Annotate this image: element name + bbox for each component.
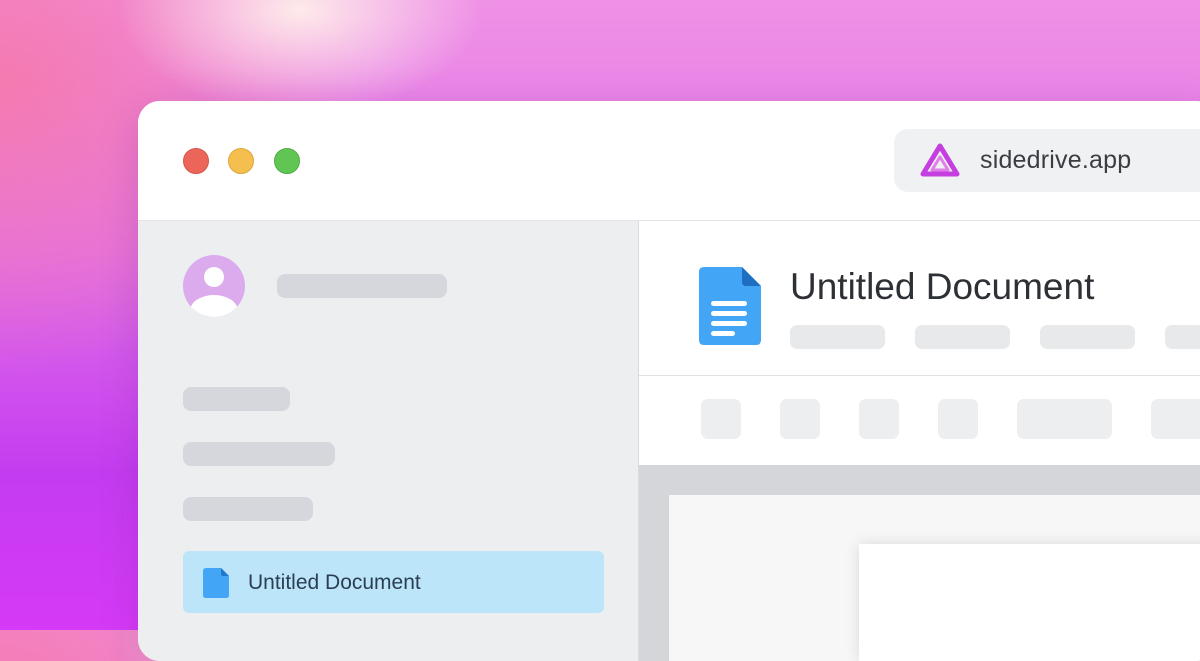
title-bar: sidedrive.app — [138, 101, 1200, 221]
sidebar-item-untitled-document[interactable]: Untitled Document — [183, 551, 604, 613]
menu-item-placeholder[interactable] — [1040, 325, 1135, 349]
sidebar-item-placeholder[interactable] — [183, 442, 335, 466]
google-docs-icon — [699, 267, 761, 345]
sidebar-item-placeholder[interactable] — [183, 497, 313, 521]
toolbar-button-placeholder[interactable] — [859, 399, 899, 439]
toolbar-button-placeholder[interactable] — [701, 399, 741, 439]
document-page-sheet[interactable] — [859, 544, 1200, 661]
address-bar[interactable]: sidedrive.app — [894, 129, 1200, 192]
document-icon — [203, 568, 229, 598]
browser-window: sidedrive.app Untitled Document Untitled… — [138, 101, 1200, 661]
menu-item-placeholder[interactable] — [1165, 325, 1200, 349]
toolbar-button-placeholder[interactable] — [780, 399, 820, 439]
toolbar-button-placeholder[interactable] — [1017, 399, 1112, 439]
document-canvas — [639, 465, 1200, 661]
maximize-window-button[interactable] — [274, 148, 300, 174]
user-avatar-icon[interactable] — [183, 255, 245, 317]
sidebar-item-label: Untitled Document — [248, 571, 421, 594]
document-pane: Untitled Document — [639, 221, 1200, 661]
menu-item-placeholder[interactable] — [790, 325, 885, 349]
formatting-toolbar — [639, 376, 1200, 464]
minimize-window-button[interactable] — [228, 148, 254, 174]
document-header: Untitled Document — [639, 221, 1200, 376]
toolbar-button-placeholder[interactable] — [938, 399, 978, 439]
document-title[interactable]: Untitled Document — [790, 266, 1094, 308]
toolbar-button-placeholder[interactable] — [1151, 399, 1200, 439]
username-placeholder — [277, 274, 447, 298]
sidebar: Untitled Document — [138, 221, 639, 661]
close-window-button[interactable] — [183, 148, 209, 174]
menu-item-placeholder[interactable] — [915, 325, 1010, 349]
sidebar-item-placeholder[interactable] — [183, 387, 290, 411]
url-text: sidedrive.app — [980, 146, 1132, 174]
sidedrive-logo-icon — [920, 143, 960, 177]
